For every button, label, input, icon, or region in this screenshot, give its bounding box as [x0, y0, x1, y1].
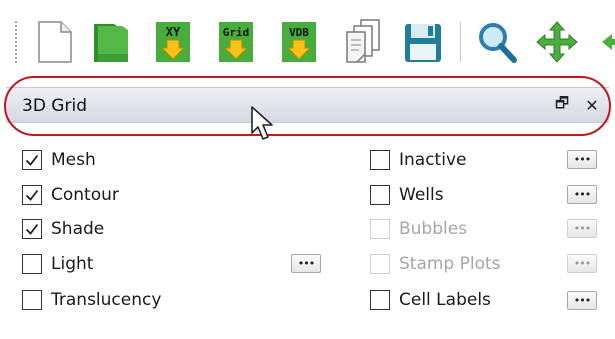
option-shade[interactable]: Shade — [22, 216, 104, 242]
copy-pages-icon — [346, 19, 380, 63]
next-tool-button[interactable] — [600, 34, 615, 50]
light-checkbox[interactable] — [22, 254, 42, 274]
import-grid-button[interactable]: Grid — [213, 16, 259, 68]
restore-window-icon: 🗗 — [554, 93, 570, 112]
pan-button[interactable] — [534, 16, 580, 68]
shade-checkbox[interactable] — [22, 219, 42, 239]
close-icon: ✕ — [585, 95, 599, 115]
translucency-checkbox[interactable] — [22, 290, 42, 310]
translucency-label: Translucency — [51, 290, 162, 310]
option-cell-labels[interactable]: Cell Labels — [370, 287, 491, 313]
checkmark-icon — [25, 223, 39, 235]
option-inactive[interactable]: Inactive — [370, 147, 466, 173]
contour-checkbox[interactable] — [22, 185, 42, 205]
wells-label: Wells — [399, 185, 444, 205]
shade-label: Shade — [51, 219, 105, 239]
zoom-button[interactable] — [474, 16, 520, 68]
float-panel-button[interactable]: 🗗 — [551, 94, 573, 116]
import-vdb-icon: VDB — [282, 22, 316, 62]
ellipsis-icon: ••• — [573, 293, 591, 307]
option-light[interactable]: Light — [22, 251, 93, 277]
panel-header[interactable] — [6, 87, 609, 123]
ellipsis-icon: ••• — [573, 152, 591, 166]
toolbar-grip-handle[interactable] — [14, 20, 18, 64]
option-translucency[interactable]: Translucency — [22, 287, 161, 313]
arrow-left-icon — [602, 34, 615, 50]
option-contour[interactable]: Contour — [22, 182, 119, 208]
inactive-label: Inactive — [399, 150, 467, 170]
stamp-plots-checkbox — [370, 254, 390, 274]
option-wells[interactable]: Wells — [370, 182, 444, 208]
copy-pages-button[interactable] — [341, 16, 387, 68]
import-vdb-button[interactable]: VDB — [276, 16, 322, 68]
light-label: Light — [51, 254, 94, 274]
save-floppy-icon — [405, 24, 441, 62]
svg-text:XY: XY — [166, 25, 181, 39]
option-stamp-plots: Stamp Plots — [370, 251, 501, 277]
light-settings-button[interactable]: ••• — [291, 254, 321, 273]
cell-labels-label: Cell Labels — [399, 290, 491, 310]
wells-checkbox[interactable] — [370, 185, 390, 205]
new-document-button[interactable] — [32, 16, 78, 68]
pan-move-icon — [536, 21, 578, 63]
bubbles-checkbox — [370, 219, 390, 239]
checkmark-icon — [25, 154, 39, 166]
mouse-pointer-icon — [251, 106, 273, 140]
svg-text:Grid: Grid — [223, 26, 250, 39]
open-folder-icon — [94, 24, 128, 62]
stamp-plots-label: Stamp Plots — [399, 254, 501, 274]
ellipsis-icon: ••• — [573, 187, 591, 201]
open-folder-button[interactable] — [88, 16, 134, 68]
new-document-icon — [38, 21, 72, 63]
main-toolbar: XY Grid VDB — [0, 0, 615, 82]
ellipsis-icon: ••• — [573, 256, 591, 270]
zoom-magnifier-icon — [479, 23, 517, 63]
save-button[interactable] — [400, 16, 446, 68]
cell-labels-settings-button[interactable]: ••• — [567, 291, 597, 310]
inactive-checkbox[interactable] — [370, 150, 390, 170]
close-panel-button[interactable]: ✕ — [581, 94, 603, 116]
inactive-settings-button[interactable]: ••• — [567, 150, 597, 169]
wells-settings-button[interactable]: ••• — [567, 185, 597, 204]
bubbles-label: Bubbles — [399, 219, 468, 239]
stamp-plots-settings-button: ••• — [567, 254, 597, 273]
svg-text:VDB: VDB — [289, 26, 309, 39]
ellipsis-icon: ••• — [573, 221, 591, 235]
cell-labels-checkbox[interactable] — [370, 290, 390, 310]
import-xy-button[interactable]: XY — [150, 16, 196, 68]
bubbles-settings-button: ••• — [567, 219, 597, 238]
mesh-checkbox[interactable] — [22, 150, 42, 170]
import-grid-icon: Grid — [219, 22, 253, 62]
option-mesh[interactable]: Mesh — [22, 147, 96, 173]
checkmark-icon — [25, 189, 39, 201]
panel-title: 3D Grid — [22, 96, 87, 116]
toolbar-separator — [460, 22, 461, 62]
option-bubbles: Bubbles — [370, 216, 467, 242]
ellipsis-icon: ••• — [297, 256, 315, 270]
import-xy-icon: XY — [156, 22, 190, 62]
contour-label: Contour — [51, 185, 119, 205]
mesh-label: Mesh — [51, 150, 96, 170]
